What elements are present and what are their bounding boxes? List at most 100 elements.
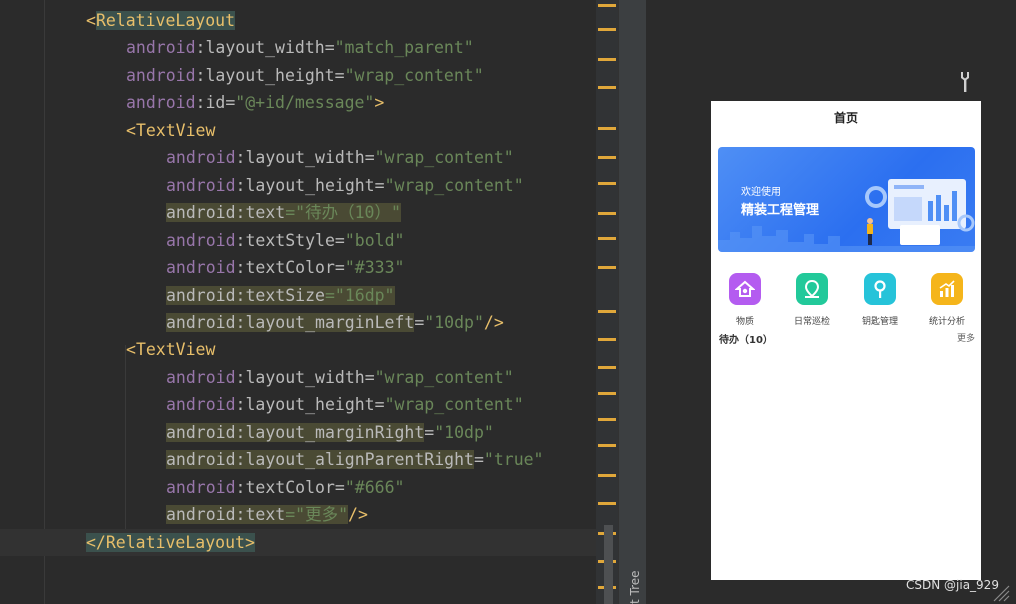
code-line[interactable]: android:textColor="#666" bbox=[166, 474, 404, 501]
code-token: = bbox=[334, 477, 345, 497]
indent-guide bbox=[44, 0, 45, 604]
code-token: "#666" bbox=[344, 477, 405, 497]
stripe-marker[interactable] bbox=[598, 127, 616, 130]
more-link[interactable]: 更多 bbox=[957, 331, 975, 344]
code-line[interactable]: android:layout_width="wrap_content" bbox=[166, 364, 514, 391]
code-token: android bbox=[166, 477, 236, 497]
welcome-banner[interactable]: 欢迎使用 精装工程管理 bbox=[718, 147, 975, 252]
code-token: :layout_width bbox=[195, 38, 325, 58]
nav-item-label: 钥匙管理 bbox=[861, 317, 898, 327]
stripe-marker[interactable] bbox=[598, 58, 616, 61]
code-line[interactable]: android:layout_height="wrap_content" bbox=[126, 62, 484, 89]
code-token: = bbox=[364, 367, 375, 387]
code-token: android:text bbox=[166, 505, 286, 525]
code-line[interactable]: android:text="更多"/> bbox=[166, 501, 368, 528]
code-line[interactable]: </RelativeLayout> bbox=[86, 529, 255, 556]
code-token: = bbox=[334, 65, 345, 85]
nav-item[interactable]: 日常巡检 bbox=[782, 273, 842, 327]
code-token: "wrap_content" bbox=[384, 175, 524, 195]
code-line[interactable]: android:text="待办（10）" bbox=[166, 199, 401, 226]
component-tree-tab[interactable]: t Tree bbox=[628, 570, 642, 604]
stripe-marker[interactable] bbox=[598, 338, 616, 341]
nav-item[interactable]: 统计分析 bbox=[917, 273, 977, 327]
code-token: RelativeLayout bbox=[95, 11, 236, 30]
editor-scrollbar-thumb[interactable] bbox=[604, 525, 613, 604]
dashboard-illustration bbox=[865, 179, 975, 245]
nav-item-label: 物质 bbox=[735, 317, 754, 327]
stripe-marker[interactable] bbox=[598, 444, 616, 447]
code-token: android:layout_marginRight bbox=[166, 422, 425, 442]
nav-item[interactable]: 钥匙管理 bbox=[850, 273, 910, 327]
code-token: :id bbox=[195, 93, 226, 113]
code-token: = bbox=[374, 395, 385, 415]
code-token: < bbox=[86, 11, 96, 30]
code-line[interactable]: <RelativeLayout bbox=[86, 7, 236, 34]
code-token: < bbox=[126, 120, 136, 140]
code-token: :textColor bbox=[235, 477, 335, 497]
code-token: = bbox=[473, 450, 484, 470]
stripe-marker[interactable] bbox=[598, 28, 616, 31]
key-icon bbox=[864, 273, 896, 305]
code-token: android bbox=[166, 148, 236, 168]
code-token: ="待办（10）" bbox=[285, 203, 401, 223]
code-token: = bbox=[374, 175, 385, 195]
stripe-marker[interactable] bbox=[598, 474, 616, 477]
stripe-marker[interactable] bbox=[598, 86, 616, 89]
code-token: android:textSize bbox=[166, 285, 325, 305]
code-line[interactable]: android:textStyle="bold" bbox=[166, 227, 404, 254]
chart-icon bbox=[931, 273, 963, 305]
code-editor[interactable]: <RelativeLayout android:layout_width="mat… bbox=[0, 0, 604, 604]
code-token: /> bbox=[348, 505, 368, 525]
code-token: "wrap_content" bbox=[374, 148, 514, 168]
code-line[interactable]: android:layout_marginRight="10dp" bbox=[166, 419, 494, 446]
code-token: < bbox=[126, 340, 136, 360]
code-line[interactable]: android:layout_width="match_parent" bbox=[126, 34, 474, 61]
stripe-marker[interactable] bbox=[598, 502, 616, 505]
stripe-marker[interactable] bbox=[598, 237, 616, 240]
code-token: android bbox=[166, 230, 236, 250]
stripe-marker[interactable] bbox=[598, 212, 616, 215]
stripe-marker[interactable] bbox=[598, 366, 616, 369]
wrench-icon[interactable] bbox=[955, 70, 975, 94]
stripe-marker[interactable] bbox=[598, 266, 616, 269]
code-token: android bbox=[166, 367, 236, 387]
banner-subtitle: 欢迎使用 bbox=[741, 187, 781, 198]
stripe-marker[interactable] bbox=[598, 392, 616, 395]
code-token: android bbox=[166, 175, 236, 195]
code-token: "10dp" bbox=[424, 312, 484, 332]
stripe-marker[interactable] bbox=[598, 182, 616, 185]
code-token: android:layout_alignParentRight bbox=[166, 450, 474, 470]
code-line[interactable]: android:layout_marginLeft="10dp"/> bbox=[166, 309, 504, 336]
code-token: android bbox=[126, 93, 196, 113]
code-token: RelativeLayout bbox=[105, 532, 245, 552]
component-tree-panel-strip[interactable] bbox=[618, 0, 647, 604]
stripe-marker[interactable] bbox=[598, 4, 616, 7]
code-line[interactable]: android:id="@+id/message"> bbox=[126, 89, 384, 116]
nav-item[interactable]: 物质 bbox=[715, 273, 775, 327]
code-token: = bbox=[364, 148, 375, 168]
code-line[interactable]: <TextView bbox=[126, 117, 215, 144]
resize-grip-icon[interactable] bbox=[990, 584, 1010, 602]
code-line[interactable]: android:layout_alignParentRight="true" bbox=[166, 446, 544, 473]
code-line[interactable]: android:layout_height="wrap_content" bbox=[166, 172, 524, 199]
code-line[interactable]: android:textSize="16dp" bbox=[166, 282, 395, 309]
stripe-marker[interactable] bbox=[598, 156, 616, 159]
nav-item-label: 日常巡检 bbox=[793, 317, 830, 327]
code-token: android:text bbox=[166, 203, 286, 223]
code-line[interactable]: android:layout_height="wrap_content" bbox=[166, 391, 524, 418]
code-line[interactable]: android:layout_width="wrap_content" bbox=[166, 144, 514, 171]
code-token: = bbox=[414, 312, 425, 332]
code-token: :layout_width bbox=[235, 148, 365, 168]
code-line[interactable]: android:textColor="#333" bbox=[166, 254, 404, 281]
stripe-marker[interactable] bbox=[598, 418, 616, 421]
code-token: > bbox=[244, 532, 255, 552]
code-line[interactable]: <TextView bbox=[126, 336, 215, 363]
code-token: = bbox=[334, 230, 345, 250]
code-token: android bbox=[166, 258, 236, 278]
todo-row: 待办（10） 更多 bbox=[711, 331, 981, 347]
code-token: "wrap_content" bbox=[384, 395, 524, 415]
code-token: = bbox=[334, 258, 345, 278]
watermark: CSDN @jia_929 bbox=[906, 578, 999, 592]
error-stripe[interactable] bbox=[596, 0, 618, 604]
stripe-marker[interactable] bbox=[598, 310, 616, 313]
